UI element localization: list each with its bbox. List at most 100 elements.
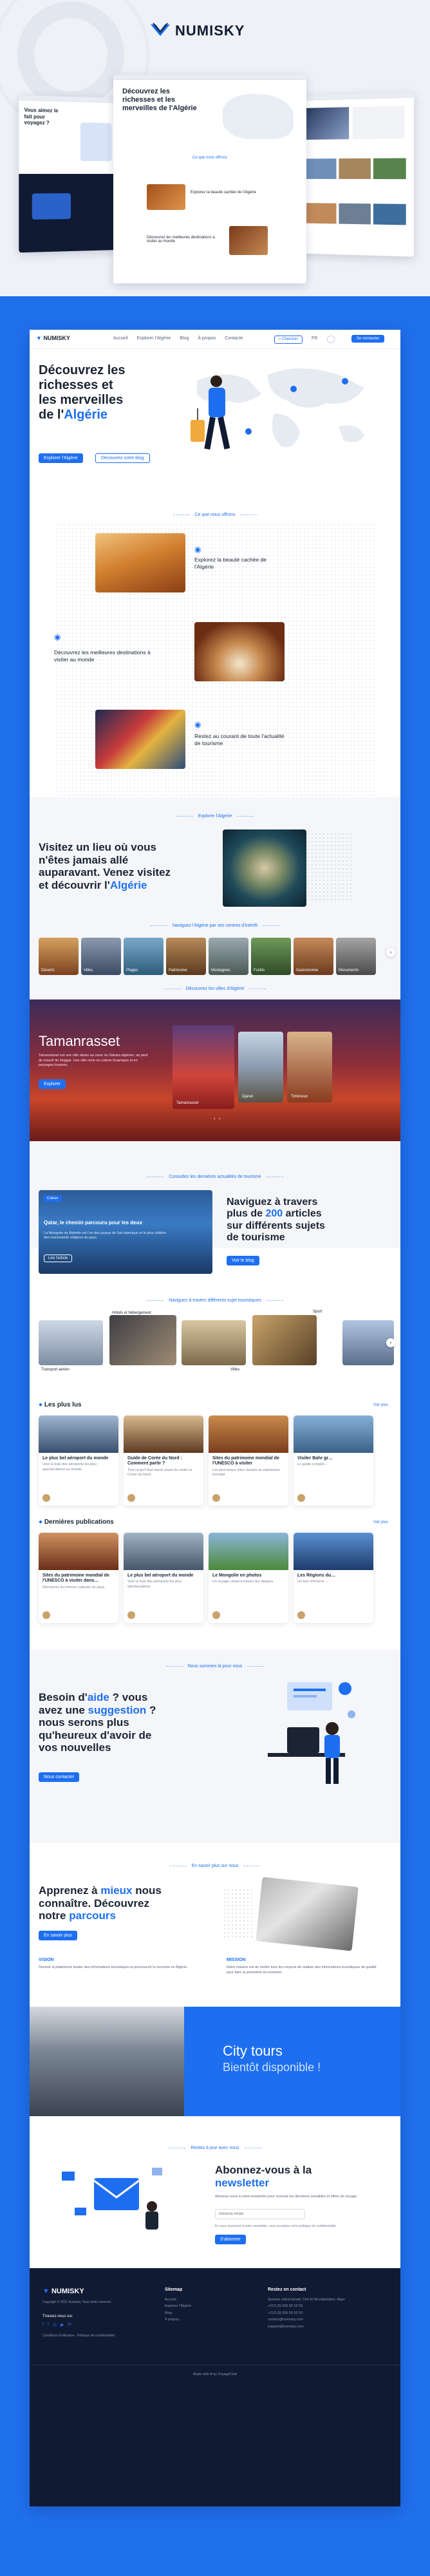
topic-card-2[interactable] [182,1320,246,1365]
center-of-interest-card[interactable]: Patrimoine [166,938,206,975]
news-card-title: Qatar, le chemin parcouru pour les deux [44,1220,142,1226]
latest-card-0[interactable]: Sites du patrimoine mondial de l'UNESCO … [39,1533,118,1623]
sitemap-link[interactable]: Blog [165,2310,191,2316]
mock-center-title: Découvrez les richesses et les merveille… [122,88,197,113]
discover-blog-button[interactable]: Découvrez notre blog [95,453,150,463]
sitemap-link[interactable]: Accueil [165,2297,191,2303]
news-card-desc: La Mosquée de Babelle est l'un des joyau… [44,1231,167,1240]
center-of-interest-card[interactable]: Plages [124,938,164,975]
sitemap-title: Sitemap [165,2287,183,2292]
numisky-logo-icon [151,23,170,36]
mock-center-section: Ce que nous offrons [192,156,227,160]
city-mini-card-3[interactable]: Timimoun [287,1032,332,1103]
mission-title: MISSION [227,1958,246,1962]
user-icon[interactable] [327,336,335,343]
center-of-interest-card[interactable]: Déserts [39,938,79,975]
latest-card-2[interactable]: Le Mongolie en photos Un voyage visuel à … [209,1533,288,1623]
latest-see-more[interactable]: Voir plus [373,1520,388,1524]
linkedin-icon[interactable]: in [68,2322,71,2327]
learn-more-button[interactable]: En savoir plus [39,1931,77,1940]
star-icon: ● [39,1401,43,1408]
navbar: ▼ NUMISKY Accueil Explorer l'Algérie Blo… [30,330,400,349]
search-button[interactable]: ⌕ Chercher [274,336,303,344]
login-button[interactable]: Se connecter [351,335,385,343]
explore-section-title: Explorer l'Algérie [30,814,400,819]
contact-address: Quartier administratif, Cité El Moudjahi… [268,2298,346,2302]
center-of-interest-label: Forêts [254,969,265,972]
popular-card-0[interactable]: Le plus bel aéroport du monde Voici la li… [39,1416,118,1506]
lang-selector[interactable]: FR [312,336,317,341]
city-street-photo [95,710,185,769]
popular-card-2[interactable]: Sites du patrimoine mondial de l'UNESCO … [209,1416,288,1506]
youtube-icon[interactable]: ▶ [61,2322,64,2327]
contact-phone[interactable]: +213 (0) 555 55 55 55 [268,2303,384,2309]
contact-phone[interactable]: +213 (0) 555 55 55 55 [268,2310,384,2316]
arrow-right-icon[interactable]: › [386,1338,395,1347]
center-of-interest-card[interactable]: Forêts [251,938,291,975]
rss-icon: ◉ [194,720,201,729]
popular-see-more[interactable]: Voir plus [373,1403,388,1407]
center-of-interest-label: Patrimoine [169,969,187,972]
facebook-icon[interactable]: f [42,2322,44,2327]
mission-text: Notre mission est de mettre tous les moy… [227,1965,377,1975]
subscribe-button[interactable]: S'abonner [215,2235,246,2244]
about-section-title: En savoir plus sur nous [30,1864,400,1868]
topic-card-1[interactable] [109,1315,176,1365]
mock-left-title: Vous aimez le fait pour voyagez ? [24,107,59,126]
sitemap-link[interactable]: À propos [165,2316,191,2323]
center-of-interest-card[interactable]: Gastronomie [294,938,333,975]
topic-card-3[interactable] [252,1315,317,1365]
city-mini-card-2[interactable]: Djanet [238,1032,283,1103]
showcase-mock-right [299,92,415,257]
center-of-interest-card[interactable]: Villes [81,938,121,975]
nav-link-contact[interactable]: Contacte [225,336,243,341]
news-section-title: Consultez les dernières actualités de to… [30,1175,400,1179]
nav-logo[interactable]: ▼ NUMISKY [36,335,70,341]
nav-link-explore[interactable]: Explorer l'Algérie [137,336,171,341]
explore-algeria-button[interactable]: Explorer l'Algérie [39,453,83,463]
nav-link-home[interactable]: Accueil [113,336,128,341]
popular-card-3[interactable]: Visiter Bahr gr… Le guide complet… [294,1416,373,1506]
center-of-interest-label: Monuments [339,969,359,972]
twitter-icon[interactable]: t [48,2322,49,2327]
city-tours-title: City tours [223,2043,283,2059]
see-blog-button[interactable]: Voir le blog [227,1256,259,1265]
center-of-interest-label: Gastronomie [296,969,319,972]
center-of-interest-card[interactable]: Monuments [336,938,376,975]
latest-card-3[interactable]: Les Régions du… Un tour d'horizon… [294,1533,373,1623]
popular-card-1[interactable]: Guide de Corée du Nord : Comment partir … [124,1416,203,1506]
newsletter-desc: Abonnez-vous à notre newsletter pour rec… [215,2195,358,2199]
carousel-arrows[interactable]: ‹ › [214,1117,221,1121]
help-title: Besoin d'aide ? vous avez une suggestion… [39,1691,156,1754]
arrow-right-icon[interactable]: › [386,948,395,957]
hero-title: Découvrez les richesses et les merveille… [39,363,126,422]
contact-us-button[interactable]: Nous contacter [39,1772,80,1782]
contact-email[interactable]: support@numisky.com [268,2324,384,2330]
sign-photo [256,1877,359,1951]
mock-center-caption-2: Découvrez les meilleures destinations à … [147,236,215,243]
contact-email[interactable]: contact@numisky.com [268,2316,384,2323]
topic-card-0[interactable] [39,1320,103,1365]
footer-legal-links[interactable]: Conditions d'utilisation · Politique de … [42,2334,115,2338]
taj-mahal-photo [194,622,285,681]
location-pin-icon [342,378,348,384]
search-icon: ⌕ [279,337,281,341]
city-title: Tamanrasset [39,1033,120,1049]
newsletter-email-input[interactable] [215,2209,305,2219]
cities-section-title: Découvrez les villes d'Algérie [30,987,400,991]
dots-pattern [223,1888,255,1940]
nav-link-blog[interactable]: Blog [180,336,189,341]
nav-link-about[interactable]: À propos [198,336,216,341]
center-of-interest-label: Plages [126,969,138,972]
instagram-icon[interactable]: ◎ [53,2322,57,2327]
city-mini-card-1[interactable]: Tamanrasset [173,1025,234,1109]
newsletter-consent: En vous inscrivant à notre newsletter, v… [215,2224,337,2228]
footer-logo[interactable]: ▼ NUMISKY [42,2287,84,2295]
latest-card-1[interactable]: Le plus bel aéroport du monde Voici la li… [124,1533,203,1623]
read-article-button[interactable]: Lire l'article [44,1255,73,1262]
sitemap-link[interactable]: Explorer l'Algérie [165,2303,191,2309]
center-of-interest-card[interactable]: Montagnes [209,938,248,975]
news-headline: Naviguez à travers plus de 200 articles … [227,1197,325,1244]
city-explore-button[interactable]: Explorer [39,1079,66,1089]
social-icons: f t ◎ ▶ in [42,2322,71,2327]
